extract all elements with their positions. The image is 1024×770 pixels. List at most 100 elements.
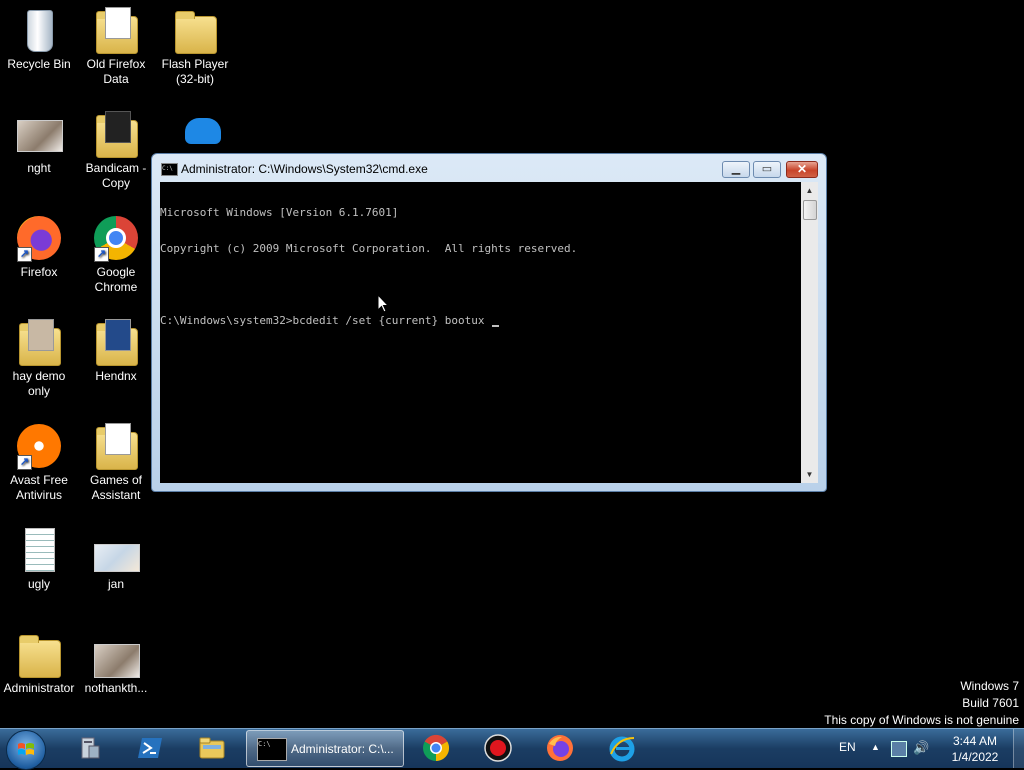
desktop-icon-administrator[interactable]: Administrator [0,630,78,696]
icon-label: ugly [27,577,50,591]
cmd-icon: C:\ [161,163,178,176]
desktop-icon-old-firefox-data[interactable]: Old Firefox Data [77,6,155,87]
icon-label: Firefox [20,265,58,279]
cmd-window[interactable]: C:\ Administrator: C:\Windows\System32\c… [151,153,827,492]
recycle-bin-icon [15,6,63,54]
chrome-icon [423,734,450,762]
icon-label: nothankth... [84,681,148,695]
clock-time: 3:44 AM [952,734,998,748]
taskbar-google-chrome[interactable] [408,731,464,766]
folder-icon [92,318,140,366]
icon-label: Bandicam - Copy [85,161,147,190]
taskbar-internet-explorer[interactable] [594,731,650,766]
taskbar-windows-explorer[interactable] [184,731,240,766]
windows-explorer-icon [199,737,225,759]
vertical-scrollbar[interactable]: ▲ ▼ [801,182,818,483]
chrome-icon: ↗ [92,214,140,262]
windows-logo-icon [18,743,34,755]
scroll-down-icon[interactable]: ▼ [801,466,818,483]
taskbar-firefox[interactable] [532,731,588,766]
taskbar-cmd-label: Administrator: C:\... [291,742,394,756]
show-desktop-button[interactable] [1013,729,1024,768]
watermark-genuine-notice: This copy of Windows is not genuine [824,713,1019,727]
shortcut-arrow-icon: ↗ [17,455,32,470]
folder-icon [15,318,63,366]
taskbar-server-manager[interactable] [62,731,118,766]
cmd-icon: C:\ [257,738,287,761]
minimize-icon: ▁ [731,163,741,175]
desktop-icon-nght[interactable]: nght [0,110,78,176]
folder-icon [92,6,140,54]
console-command: C:\Windows\system32>bcdedit /set {curren… [160,314,492,327]
shortcut-arrow-icon: ↗ [17,247,32,262]
console-prompt-line[interactable]: C:\Windows\system32>bcdedit /set {curren… [160,315,801,327]
volume-icon[interactable]: 🔊 [913,740,929,756]
icon-label: Games of Assistant [89,473,143,502]
language-indicator[interactable]: EN [839,740,856,754]
icon-label: hay demo only [12,369,66,398]
console-output[interactable]: Microsoft Windows [Version 6.1.7601] Cop… [160,182,801,483]
cmd-window-title: Administrator: C:\Windows\System32\cmd.e… [181,162,428,176]
icon-label: Administrator [3,681,75,695]
image-thumbnail-icon [92,630,140,678]
close-button[interactable]: ✕ [786,161,818,178]
avast-icon: ↗ [15,422,63,470]
desktop-icon-google-chrome[interactable]: ↗ Google Chrome [77,214,155,295]
desktop-icon-jan[interactable]: jan [77,526,155,592]
watermark-build: Build 7601 [962,696,1019,710]
start-button[interactable] [6,730,46,770]
server-manager-icon [81,737,100,759]
maximize-icon: ▭ [761,163,773,175]
folder-icon [92,422,140,470]
firefox-icon [547,735,573,761]
minimize-button[interactable]: ▁ [722,161,750,178]
icon-label: Recycle Bin [7,57,71,71]
icon-label: Google Chrome [94,265,138,294]
system-tray: EN ▲ 🔊 3:44 AM 1/4/2022 [824,729,1024,769]
desktop-icon-hendnx[interactable]: Hendnx [77,318,155,384]
desktop-icon-flash-player[interactable]: Flash Player (32-bit) [156,6,234,87]
desktop-icon-games-of-assistant[interactable]: Games of Assistant [77,422,155,503]
taskbar: C:\ Administrator: C:\... EN ▲ 🔊 3:44 AM… [0,728,1024,770]
desktop-icon-hay-demo-only[interactable]: hay demo only [0,318,78,399]
taskbar-bandicam[interactable] [470,731,526,766]
windows-watermark: Windows 7 Build 7601 This copy of Window… [824,678,1019,729]
console-line: Microsoft Windows [Version 6.1.7601] [160,206,399,219]
close-icon: ✕ [796,162,808,176]
powershell-icon [138,738,162,758]
clock[interactable]: 3:44 AM 1/4/2022 [934,733,1016,765]
icon-label: Flash Player (32-bit) [161,57,229,86]
icon-label: Hendnx [95,369,137,383]
taskbar-powershell[interactable] [122,731,178,766]
icon-label: Avast Free Antivirus [10,473,68,502]
text-document-icon [15,526,63,574]
icon-label: jan [107,577,124,591]
firefox-icon: ↗ [15,214,63,262]
cmd-title-bar[interactable]: C:\ Administrator: C:\Windows\System32\c… [152,154,826,182]
taskbar-cmd-window[interactable]: C:\ Administrator: C:\... [246,730,404,767]
desktop-icon-recycle-bin[interactable]: Recycle Bin [0,6,78,72]
desktop-icon-nothankth[interactable]: nothankth... [77,630,155,696]
scroll-up-icon[interactable]: ▲ [801,182,818,199]
scrollbar-thumb[interactable] [803,200,817,220]
desktop-icon-firefox[interactable]: ↗ Firefox [0,214,78,280]
image-thumbnail-icon [92,526,140,574]
maximize-button[interactable]: ▭ [753,161,781,178]
record-icon [484,734,512,762]
text-cursor [492,325,500,327]
show-hidden-icons-button[interactable]: ▲ [871,742,880,752]
folder-icon [171,6,219,54]
clock-date: 1/4/2022 [951,750,999,764]
console-line: Copyright (c) 2009 Microsoft Corporation… [160,242,578,255]
folder-icon [15,630,63,678]
image-thumbnail-icon [15,110,63,158]
network-icon[interactable] [891,741,907,757]
mouse-pointer-icon [377,294,389,313]
desktop-icon-avast[interactable]: ↗ Avast Free Antivirus [0,422,78,503]
internet-explorer-icon [609,736,635,762]
folder-icon [92,110,140,158]
icon-label: Old Firefox Data [86,57,146,86]
desktop-icon-ugly[interactable]: ugly [0,526,78,592]
desktop-icon-bandicam-copy[interactable]: Bandicam - Copy [77,110,155,191]
